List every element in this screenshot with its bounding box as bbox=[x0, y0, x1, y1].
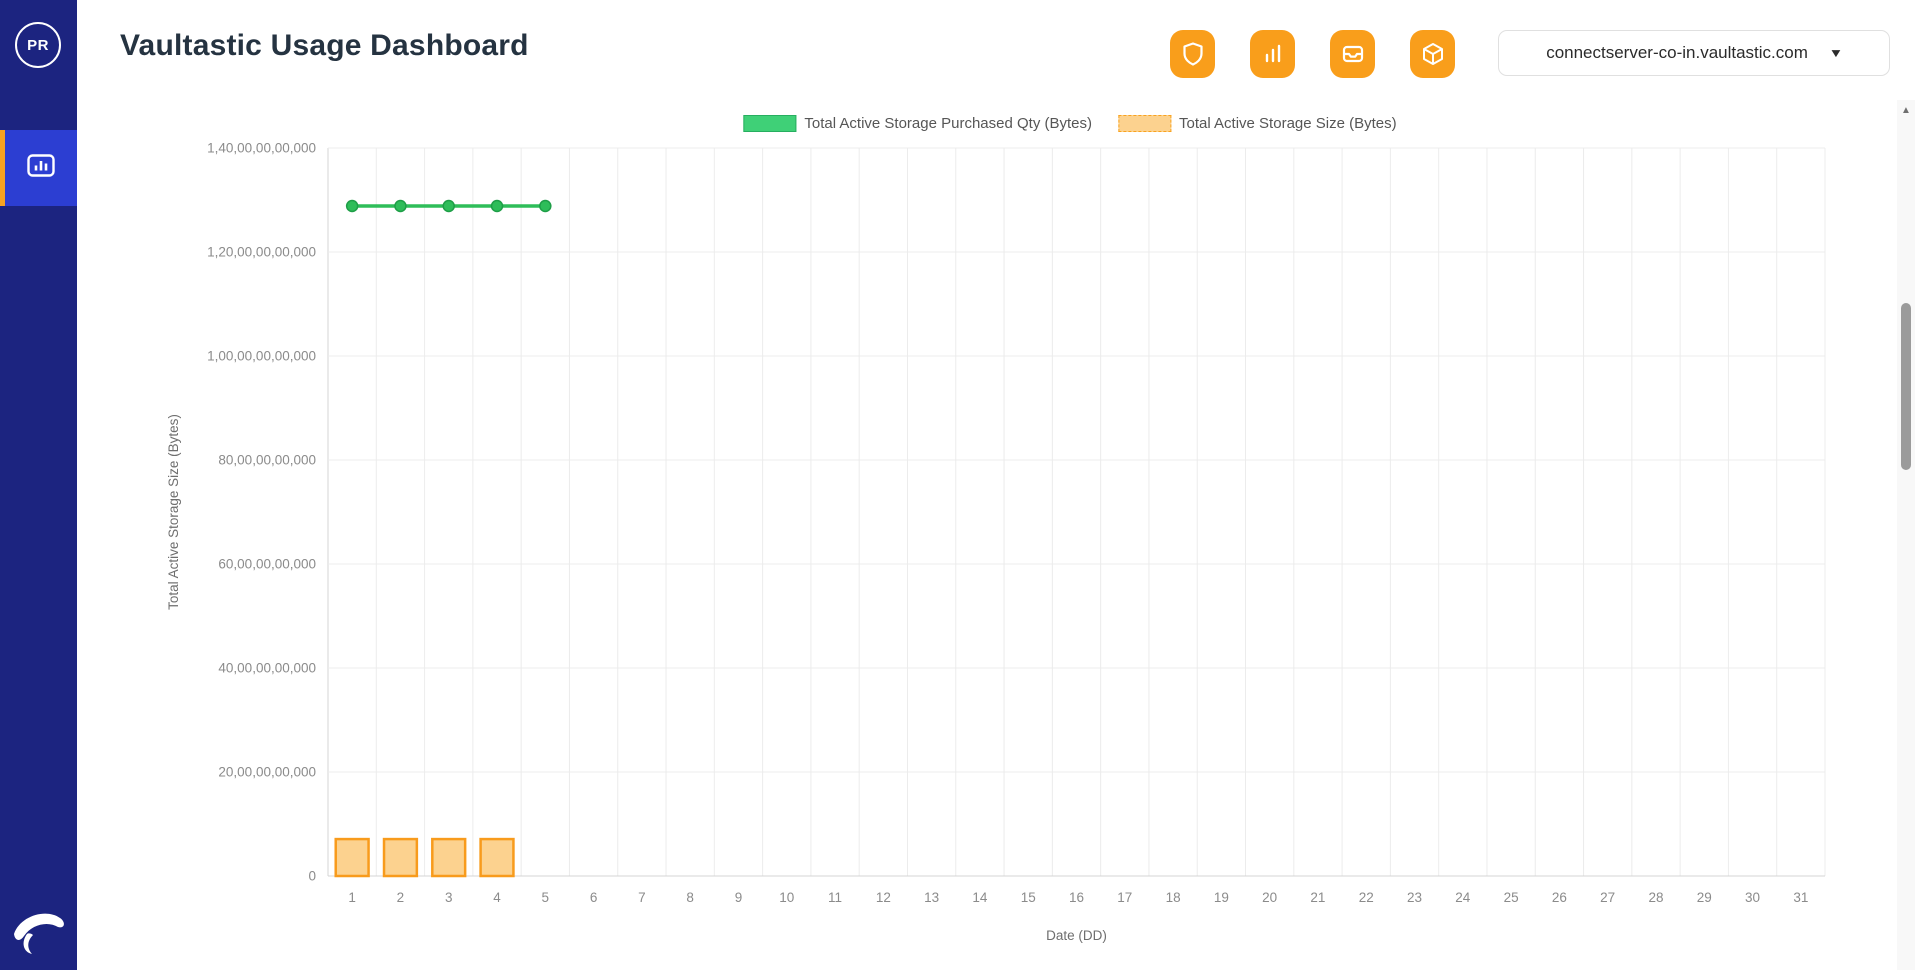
purchased-qty-point[interactable] bbox=[347, 200, 358, 211]
purchased-qty-point[interactable] bbox=[540, 200, 551, 211]
y-tick-label: 20,00,00,00,000 bbox=[218, 765, 316, 780]
x-tick-label: 14 bbox=[972, 890, 988, 905]
page-title: Vaultastic Usage Dashboard bbox=[120, 29, 529, 63]
storage-size-bar[interactable] bbox=[336, 839, 369, 876]
vaultastic-swoosh-logo bbox=[8, 904, 70, 956]
avatar-initials: PR bbox=[27, 37, 49, 54]
y-axis-title: Total Active Storage Size (Bytes) bbox=[166, 414, 181, 610]
x-tick-label: 30 bbox=[1745, 890, 1760, 905]
x-tick-label: 24 bbox=[1455, 890, 1471, 905]
storage-size-bar[interactable] bbox=[384, 839, 417, 876]
legend-label: Total Active Storage Purchased Qty (Byte… bbox=[804, 115, 1092, 132]
inbox-button[interactable] bbox=[1330, 30, 1375, 78]
x-tick-label: 27 bbox=[1600, 890, 1615, 905]
x-tick-label: 26 bbox=[1552, 890, 1567, 905]
y-tick-label: 1,20,00,00,00,000 bbox=[207, 245, 316, 260]
x-tick-label: 15 bbox=[1021, 890, 1036, 905]
x-tick-label: 20 bbox=[1262, 890, 1277, 905]
x-tick-label: 7 bbox=[638, 890, 646, 905]
x-tick-label: 19 bbox=[1214, 890, 1229, 905]
y-tick-label: 0 bbox=[308, 869, 316, 884]
x-tick-label: 16 bbox=[1069, 890, 1084, 905]
header: Vaultastic Usage Dashboard bbox=[77, 0, 1915, 100]
y-tick-label: 1,00,00,00,00,000 bbox=[207, 349, 316, 364]
domain-selector[interactable]: connectserver-co-in.vaultastic.com ▼ bbox=[1498, 30, 1890, 76]
x-tick-label: 23 bbox=[1407, 890, 1422, 905]
purchased-qty-point[interactable] bbox=[395, 200, 406, 211]
legend-swatch-green bbox=[743, 115, 796, 132]
purchased-qty-point[interactable] bbox=[492, 200, 503, 211]
x-tick-label: 18 bbox=[1166, 890, 1181, 905]
y-tick-label: 1,40,00,00,00,000 bbox=[207, 141, 316, 156]
bar-chart-icon bbox=[1261, 41, 1285, 67]
bar-chart-panel-icon bbox=[25, 152, 57, 185]
scrollbar-thumb[interactable] bbox=[1901, 303, 1911, 470]
inbox-icon bbox=[1340, 41, 1366, 67]
avatar[interactable]: PR bbox=[15, 22, 61, 68]
y-tick-label: 80,00,00,00,000 bbox=[218, 453, 316, 468]
y-tick-label: 60,00,00,00,000 bbox=[218, 557, 316, 572]
x-tick-label: 5 bbox=[542, 890, 550, 905]
purchased-qty-point[interactable] bbox=[443, 200, 454, 211]
storage-size-bar[interactable] bbox=[432, 839, 465, 876]
x-tick-label: 31 bbox=[1793, 890, 1808, 905]
legend-label: Total Active Storage Size (Bytes) bbox=[1179, 115, 1397, 132]
x-tick-label: 6 bbox=[590, 890, 598, 905]
usage-chart: 0 20,00,00,00,000 40,00,00,00,000 60,00,00,… bbox=[90, 105, 1880, 965]
y-tick-label: 40,00,00,00,000 bbox=[218, 661, 316, 676]
x-tick-label: 12 bbox=[876, 890, 891, 905]
caret-down-icon: ▼ bbox=[1828, 46, 1843, 60]
chart-legend: Total Active Storage Purchased Qty (Byte… bbox=[743, 115, 1396, 132]
header-action-group bbox=[1170, 30, 1455, 78]
x-tick-label: 10 bbox=[779, 890, 794, 905]
x-tick-label: 13 bbox=[924, 890, 939, 905]
x-tick-label: 29 bbox=[1697, 890, 1712, 905]
x-tick-label: 9 bbox=[735, 890, 743, 905]
package-button[interactable] bbox=[1410, 30, 1455, 78]
sidebar: PR bbox=[0, 0, 77, 970]
x-tick-label: 1 bbox=[348, 890, 356, 905]
x-tick-label: 17 bbox=[1117, 890, 1132, 905]
x-tick-label: 28 bbox=[1648, 890, 1663, 905]
x-tick-label: 21 bbox=[1310, 890, 1325, 905]
x-tick-label: 4 bbox=[493, 890, 501, 905]
x-tick-label: 2 bbox=[397, 890, 405, 905]
x-tick-label: 25 bbox=[1504, 890, 1519, 905]
scroll-up-arrow-icon[interactable]: ▲ bbox=[1897, 102, 1915, 118]
shield-icon bbox=[1181, 41, 1205, 67]
shield-button[interactable] bbox=[1170, 30, 1215, 78]
x-tick-label: 22 bbox=[1359, 890, 1374, 905]
x-axis-title: Date (DD) bbox=[1046, 928, 1107, 943]
x-tick-label: 3 bbox=[445, 890, 453, 905]
x-tick-label: 11 bbox=[828, 890, 842, 905]
vertical-scrollbar[interactable]: ▲ bbox=[1897, 100, 1915, 970]
storage-size-bar[interactable] bbox=[481, 839, 514, 876]
legend-item-storage-size[interactable]: Total Active Storage Size (Bytes) bbox=[1118, 115, 1397, 132]
package-icon bbox=[1420, 41, 1446, 67]
legend-item-purchased-qty[interactable]: Total Active Storage Purchased Qty (Byte… bbox=[743, 115, 1092, 132]
x-tick-label: 8 bbox=[686, 890, 694, 905]
domain-selector-value: connectserver-co-in.vaultastic.com bbox=[1546, 43, 1808, 63]
bar-chart-button[interactable] bbox=[1250, 30, 1295, 78]
legend-swatch-orange bbox=[1118, 115, 1171, 132]
sidebar-item-usage-dashboard[interactable] bbox=[0, 130, 77, 206]
